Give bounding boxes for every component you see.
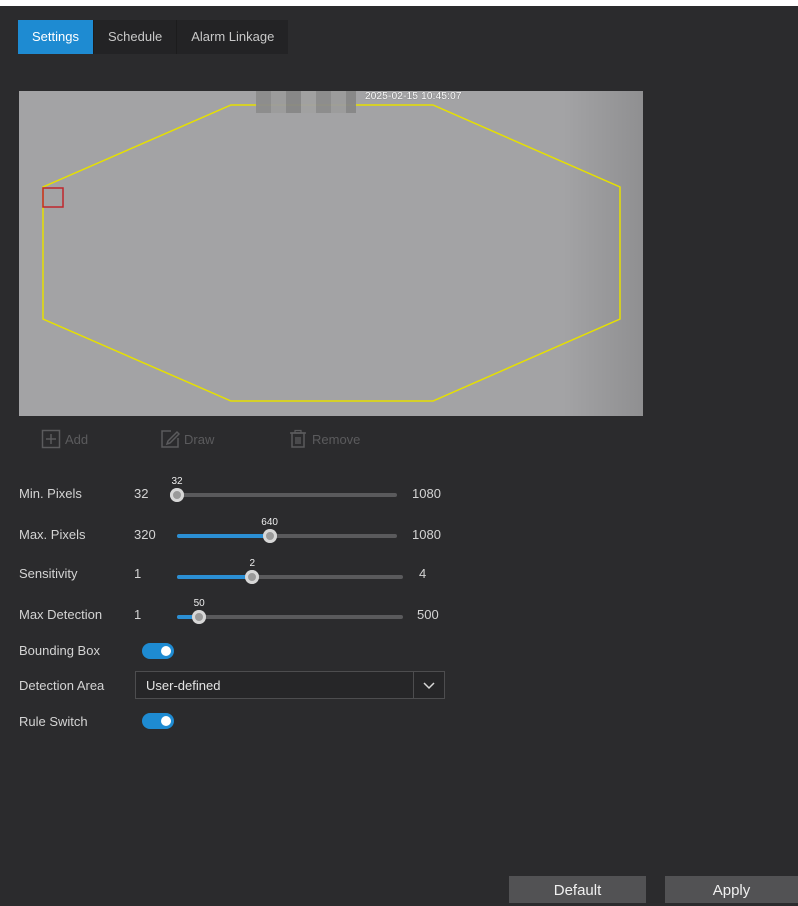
slider-handle[interactable]: [262, 529, 277, 543]
dropdown-button[interactable]: [413, 672, 444, 698]
tab-bar: Settings Schedule Alarm Linkage: [18, 20, 289, 54]
add-tool[interactable]: Add: [41, 429, 88, 449]
sensitivity-slider[interactable]: 2: [177, 558, 403, 584]
camera-preview[interactable]: 2025-02-15 10:45:07: [19, 91, 643, 416]
min-size-box: [42, 187, 64, 208]
sensitivity-label: Sensitivity: [19, 566, 78, 581]
detection-area-polygon: [42, 104, 621, 402]
max-pixels-min: 320: [134, 527, 156, 542]
min-pixels-max: 1080: [412, 486, 441, 501]
sensitivity-max: 4: [419, 566, 427, 581]
toggle-knob: [161, 716, 171, 726]
max-detection-min: 1: [134, 607, 142, 622]
detection-region-overlay[interactable]: [19, 91, 643, 416]
slider-handle[interactable]: [170, 488, 184, 502]
min-pixels-label: Min. Pixels: [19, 486, 82, 501]
max-detection-slider[interactable]: 50: [177, 598, 403, 624]
slider-fill: [177, 575, 253, 579]
sensitivity-min: 1: [134, 566, 142, 581]
default-button[interactable]: Default: [509, 876, 646, 903]
rule-switch-toggle[interactable]: [142, 713, 174, 729]
tab-schedule[interactable]: Schedule: [92, 20, 176, 54]
slider-value: 2: [249, 558, 256, 569]
bounding-box-toggle[interactable]: [142, 643, 174, 659]
slider-fill: [177, 534, 270, 538]
detection-area-label: Detection Area: [19, 678, 105, 693]
chevron-down-icon: [423, 682, 435, 690]
min-pixels-slider[interactable]: 32: [170, 476, 397, 502]
tab-alarm-linkage[interactable]: Alarm Linkage: [176, 20, 288, 54]
max-pixels-slider[interactable]: 640: [177, 517, 397, 543]
detection-area-value: User-defined: [146, 678, 221, 693]
draw-label: Draw: [184, 431, 215, 447]
add-icon: [41, 429, 61, 449]
max-pixels-label: Max. Pixels: [19, 527, 86, 542]
slider-value: 32: [171, 476, 183, 487]
privacy-mask: [256, 91, 356, 113]
slider-value: 50: [193, 598, 205, 609]
slider-value: 640: [261, 517, 278, 528]
remove-label: Remove: [312, 431, 361, 447]
apply-button[interactable]: Apply: [665, 876, 798, 903]
detection-area-select[interactable]: User-defined: [135, 671, 445, 699]
bounding-box-label: Bounding Box: [19, 643, 100, 658]
toggle-knob: [161, 646, 171, 656]
draw-tool[interactable]: Draw: [160, 429, 214, 449]
max-detection-label: Max Detection: [19, 607, 103, 622]
max-pixels-max: 1080: [412, 527, 441, 542]
rule-switch-label: Rule Switch: [19, 714, 88, 729]
tab-settings[interactable]: Settings: [18, 20, 93, 54]
remove-tool[interactable]: Remove: [288, 429, 360, 449]
osd-timestamp: 2025-02-15 10:45:07: [365, 91, 462, 102]
add-label: Add: [65, 431, 89, 447]
draw-icon: [161, 430, 180, 448]
trash-icon: [290, 429, 306, 448]
max-detection-max: 500: [417, 607, 439, 622]
min-pixels-min: 32: [134, 486, 149, 501]
